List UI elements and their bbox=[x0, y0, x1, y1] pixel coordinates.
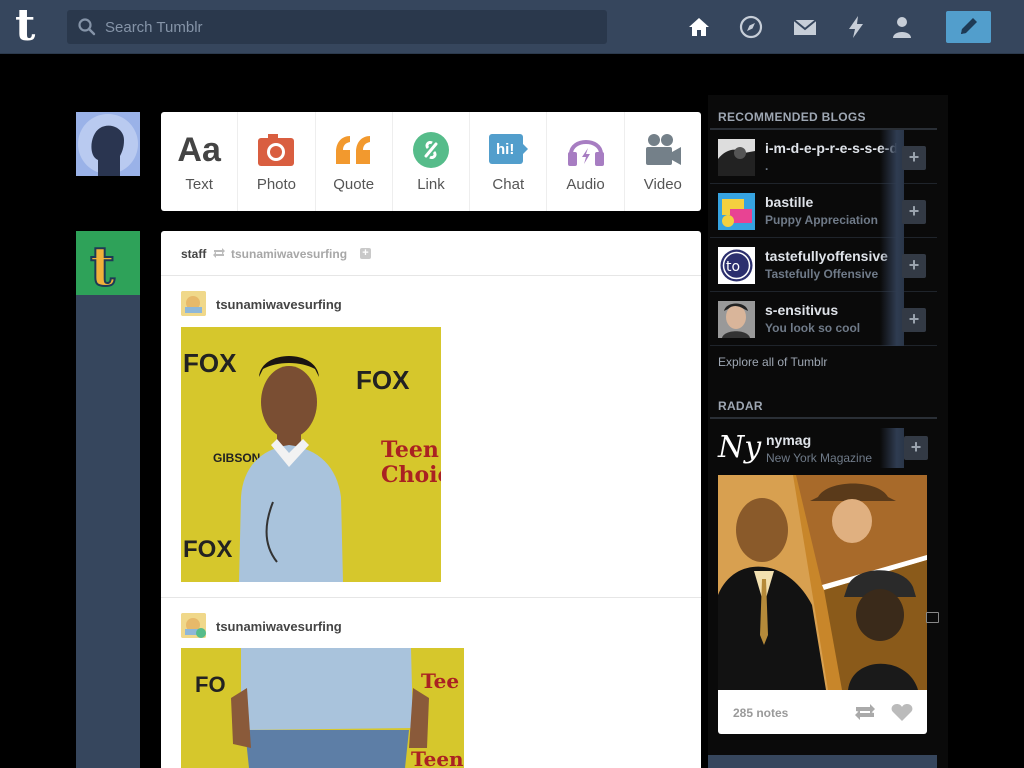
entry-username[interactable]: tsunamiwavesurfing bbox=[216, 297, 342, 312]
blog-fade-overlay bbox=[880, 184, 904, 238]
source-blog-name[interactable]: tsunamiwavesurfing bbox=[231, 247, 347, 261]
blog-fade-overlay bbox=[880, 428, 904, 468]
post-photo-button[interactable]: Photo bbox=[238, 112, 316, 211]
post-video-button[interactable]: Video bbox=[625, 112, 701, 211]
post-chat-button[interactable]: hi! Chat bbox=[470, 112, 548, 211]
follow-button[interactable]: + bbox=[902, 308, 926, 332]
post-link-button[interactable]: Link bbox=[393, 112, 471, 211]
entry-username[interactable]: tsunamiwavesurfing bbox=[216, 619, 342, 634]
quote-icon bbox=[334, 130, 374, 170]
post-type-label: Audio bbox=[566, 176, 605, 193]
recommended-blog[interactable]: i-m-d-e-p-r-e-s-s-e-d . + bbox=[710, 130, 937, 184]
radar-blog[interactable]: Ny nymag New York Magazine + bbox=[718, 428, 928, 474]
blog-fade-overlay bbox=[880, 238, 904, 292]
follow-button[interactable]: + bbox=[902, 200, 926, 224]
post-type-bar: Aa Text Photo Quote Link hi! Chat Audio bbox=[161, 112, 701, 211]
svg-text:Tee: Tee bbox=[421, 669, 459, 693]
explore-link[interactable]: Explore all of Tumblr bbox=[718, 355, 827, 369]
svg-text:to: to bbox=[726, 259, 740, 275]
video-icon bbox=[643, 130, 683, 170]
svg-text:Teen: Teen bbox=[411, 747, 464, 768]
follow-button[interactable]: + bbox=[902, 254, 926, 278]
blog-avatar[interactable] bbox=[718, 193, 755, 230]
blog-avatar[interactable]: to bbox=[718, 247, 755, 284]
audio-icon bbox=[566, 130, 606, 170]
radar-title: RADAR bbox=[718, 399, 763, 413]
follow-button[interactable]: + bbox=[904, 436, 928, 460]
reblog-icon bbox=[213, 248, 225, 258]
blog-fade-overlay bbox=[880, 292, 904, 346]
post-text-button[interactable]: Aa Text bbox=[161, 112, 239, 211]
post-photo[interactable]: FOX FOX FOX Teen Choice GIBSON bbox=[181, 327, 441, 582]
recommended-blog[interactable]: s-ensitivus You look so cool + bbox=[710, 292, 937, 346]
radar-blog-description: New York Magazine bbox=[766, 451, 873, 465]
post-type-label: Chat bbox=[492, 176, 525, 193]
avatar-strip bbox=[76, 295, 140, 768]
notes-count[interactable]: 285 notes bbox=[733, 706, 788, 720]
blog-avatar[interactable] bbox=[718, 301, 755, 338]
blog-avatar[interactable] bbox=[718, 139, 755, 176]
reblog-icon[interactable] bbox=[854, 703, 876, 721]
inbox-icon[interactable] bbox=[792, 14, 818, 40]
compose-button[interactable] bbox=[946, 11, 991, 43]
chat-icon: hi! bbox=[488, 130, 529, 170]
sidebar-bottom-bar bbox=[708, 755, 937, 768]
section-rule bbox=[710, 417, 937, 419]
post-type-label: Photo bbox=[256, 176, 297, 193]
dashboard-post: staff tsunamiwavesurfing + tsunamiwavesu… bbox=[161, 231, 701, 768]
post-type-label: Link bbox=[417, 176, 445, 193]
blog-fade-overlay bbox=[880, 130, 904, 184]
photo-icon bbox=[256, 130, 296, 170]
svg-text:FO: FO bbox=[195, 672, 226, 697]
post-photo[interactable]: FO Tee Teen bbox=[181, 648, 464, 768]
activity-icon[interactable] bbox=[843, 14, 869, 40]
account-icon[interactable] bbox=[889, 14, 915, 40]
blog-mini-avatar[interactable] bbox=[181, 291, 206, 316]
post-type-label: Video bbox=[643, 176, 682, 193]
svg-text:Choice: Choice bbox=[381, 462, 441, 488]
svg-text:FOX: FOX bbox=[356, 365, 410, 395]
text-icon: Aa bbox=[177, 130, 221, 169]
post-header: staff tsunamiwavesurfing + bbox=[161, 231, 701, 276]
top-navigation-bar: t bbox=[0, 0, 1024, 54]
svg-text:GIBSON: GIBSON bbox=[213, 451, 260, 465]
blog-mini-avatar[interactable] bbox=[181, 613, 206, 638]
search-box[interactable] bbox=[67, 10, 607, 44]
tumblr-logo[interactable]: t bbox=[15, 4, 51, 48]
recommended-blogs-title: RECOMMENDED BLOGS bbox=[718, 110, 866, 124]
reblogger-name[interactable]: staff bbox=[181, 247, 206, 261]
svg-text:FOX: FOX bbox=[183, 536, 232, 563]
user-avatar[interactable] bbox=[76, 112, 140, 176]
svg-text:FOX: FOX bbox=[183, 348, 237, 378]
explore-icon[interactable] bbox=[738, 14, 764, 40]
nymag-logo[interactable]: Ny bbox=[718, 428, 761, 468]
entry-divider bbox=[161, 597, 701, 598]
pencil-icon bbox=[961, 18, 977, 34]
follow-button[interactable]: + bbox=[902, 146, 926, 170]
post-type-label: Text bbox=[185, 176, 213, 193]
home-icon[interactable] bbox=[686, 14, 712, 40]
recommended-blog[interactable]: bastille Puppy Appreciation + bbox=[710, 184, 937, 238]
post-audio-button[interactable]: Audio bbox=[547, 112, 625, 211]
like-heart-icon[interactable] bbox=[891, 703, 913, 722]
post-quote-button[interactable]: Quote bbox=[316, 112, 393, 211]
tumblr-t-icon: t bbox=[89, 233, 116, 299]
radar-blog-name[interactable]: nymag bbox=[766, 432, 811, 448]
radar-post-footer: 285 notes bbox=[718, 690, 927, 734]
user-silhouette-icon bbox=[78, 114, 138, 176]
svg-text:hi!: hi! bbox=[496, 141, 514, 158]
post-type-label: Quote bbox=[333, 176, 375, 193]
search-icon bbox=[78, 18, 96, 36]
search-input[interactable] bbox=[105, 10, 595, 44]
radar-photo[interactable] bbox=[718, 475, 927, 690]
svg-text:Teen: Teen bbox=[381, 437, 439, 463]
follow-plus-icon[interactable]: + bbox=[360, 248, 371, 259]
keyboard-shortcuts-icon[interactable] bbox=[926, 612, 939, 623]
recommended-blog[interactable]: to tastefullyoffensive Tastefully Offens… bbox=[710, 238, 937, 292]
svg-text:t: t bbox=[90, 234, 115, 295]
staff-avatar[interactable]: t bbox=[76, 231, 140, 299]
link-icon bbox=[411, 130, 451, 170]
